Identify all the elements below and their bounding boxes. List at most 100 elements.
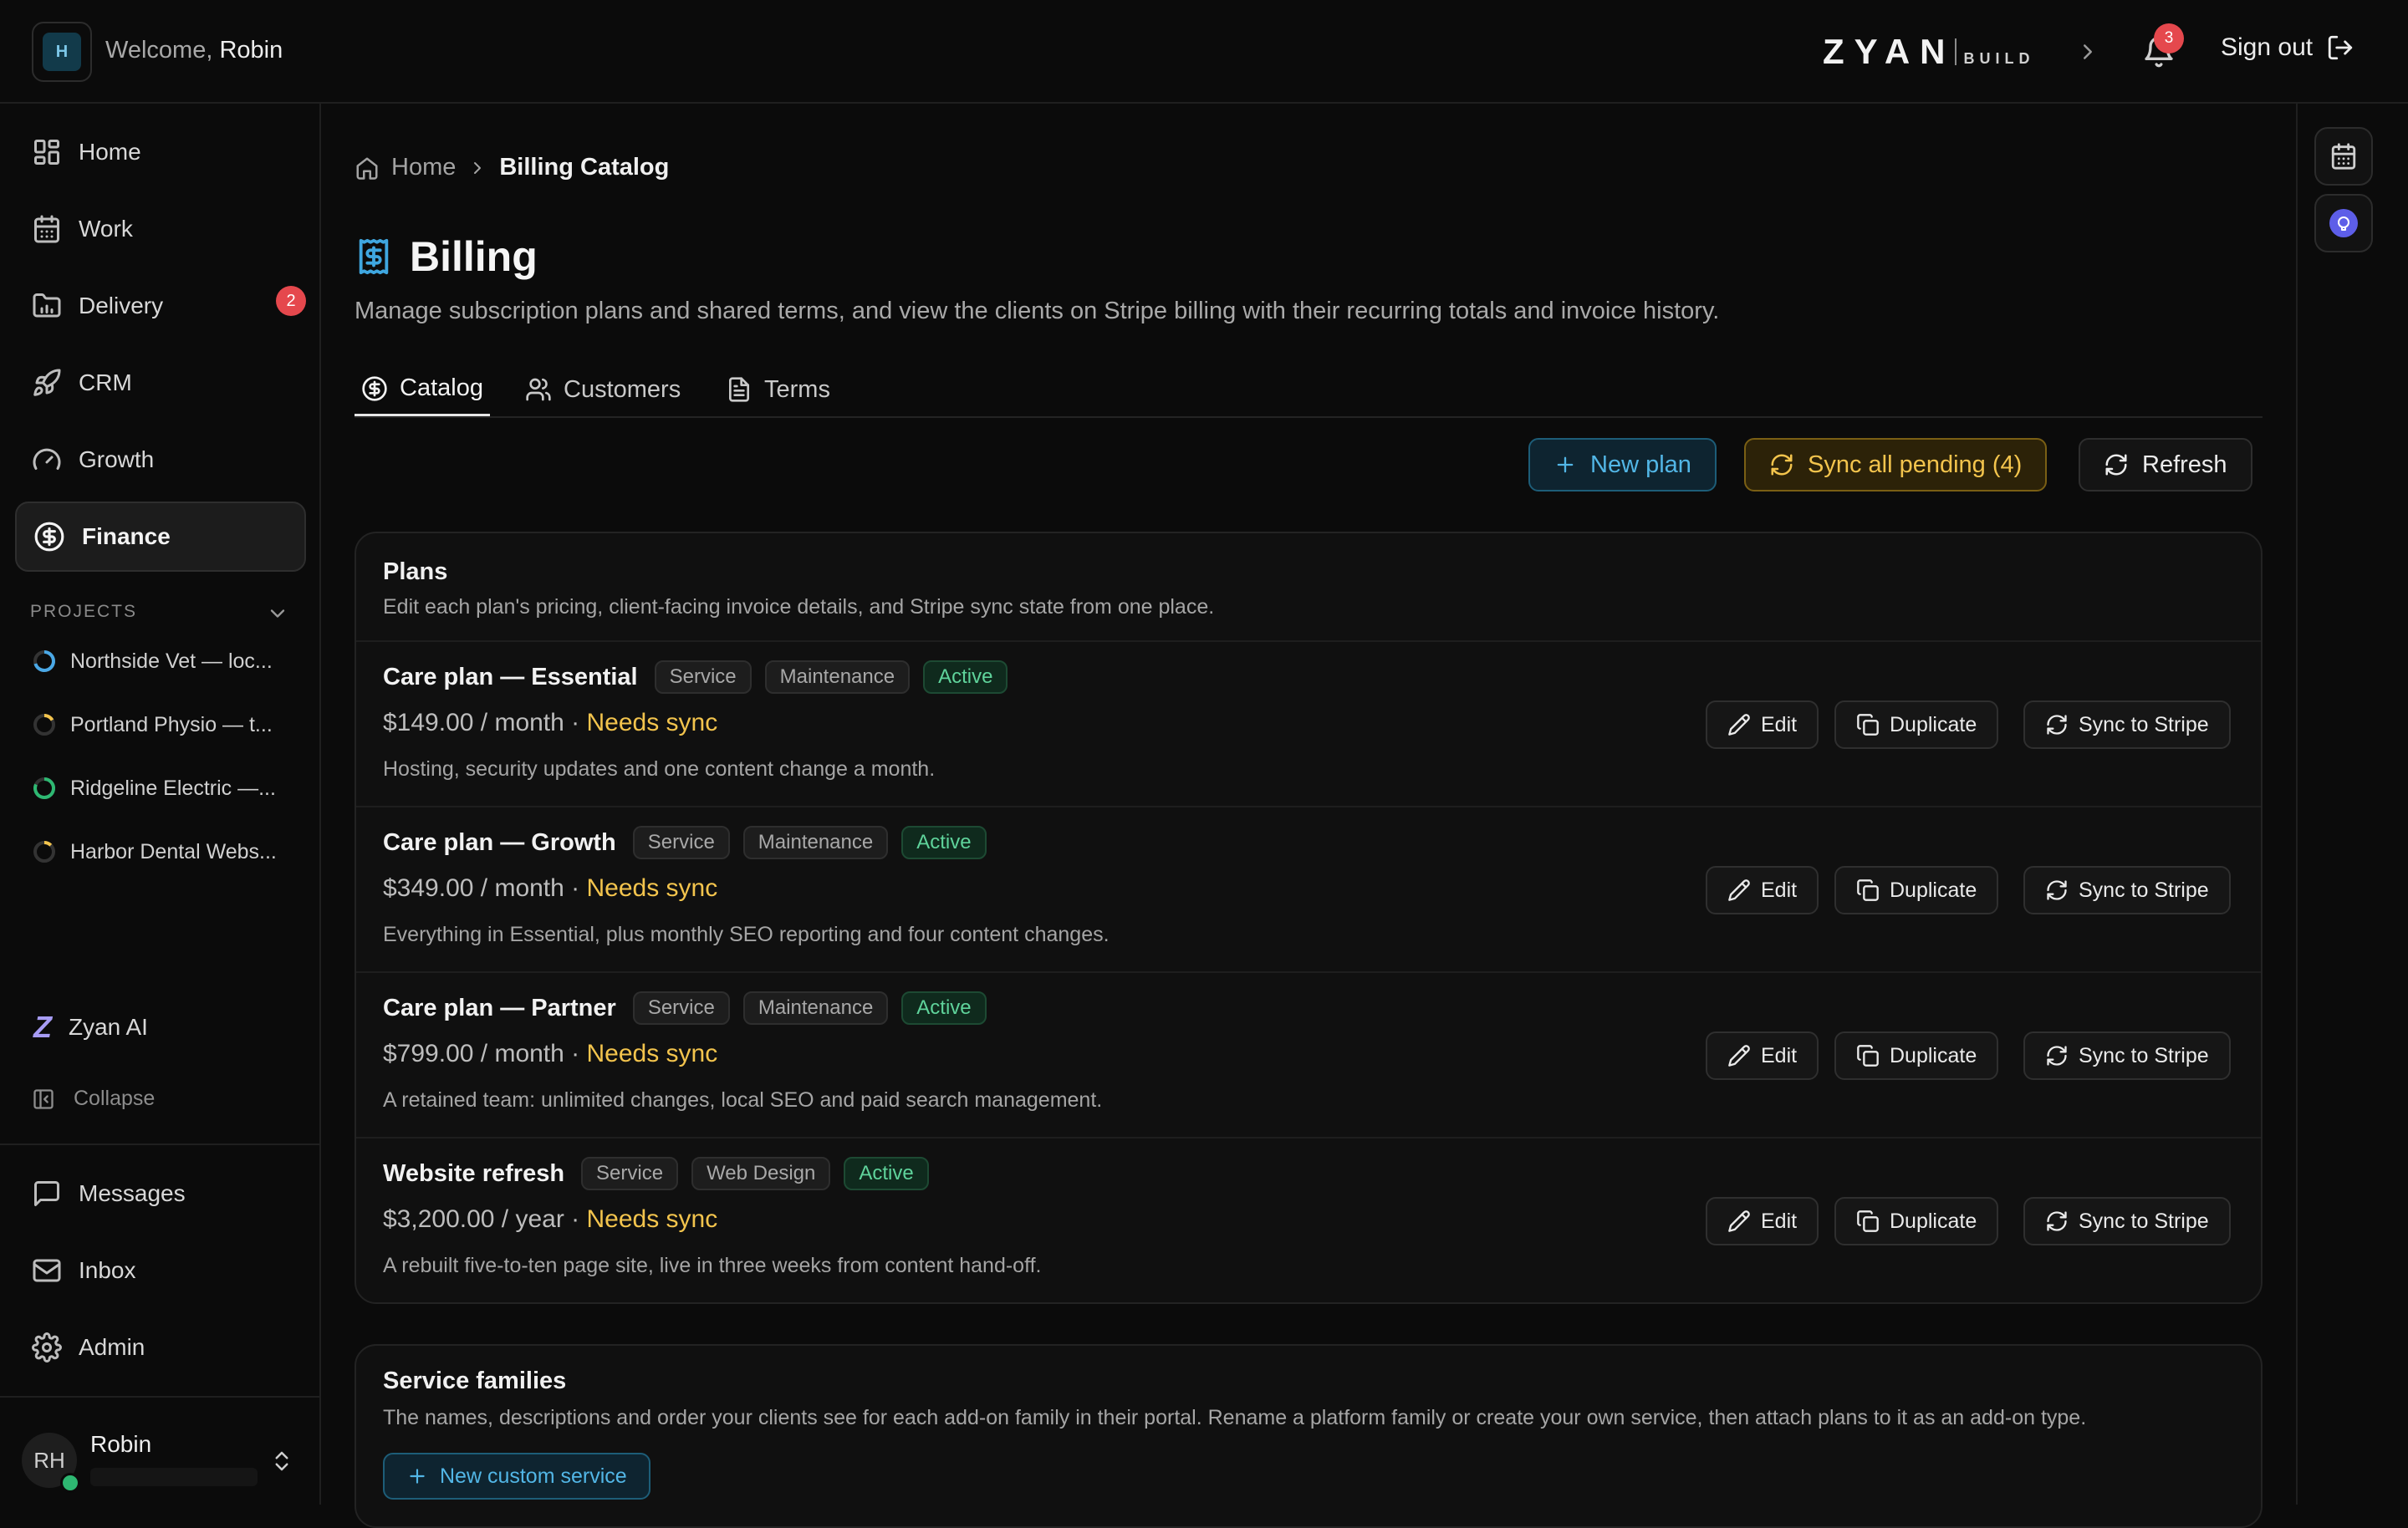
sidebar-item-messages[interactable]: Messages [15, 1159, 306, 1229]
sync-state: Needs sync [586, 1205, 718, 1233]
sync-to-stripe-button[interactable]: Sync to Stripe [2023, 866, 2231, 914]
sidebar-item-label: Home [79, 139, 141, 165]
plan-row: Care plan — Essential Service Maintenance… [356, 640, 2261, 806]
sync-all-pending-button[interactable]: Sync all pending (4) [1744, 438, 2048, 492]
sidebar-item-inbox[interactable]: Inbox [15, 1235, 306, 1306]
project-name: Portland Physio — t... [70, 712, 273, 736]
plan-price-value: $149.00 / month · [383, 709, 580, 736]
page-header: Billing [355, 232, 538, 281]
copy-icon [1857, 1210, 1879, 1232]
sync-to-stripe-button[interactable]: Sync to Stripe [2023, 700, 2231, 749]
new-custom-service-label: New custom service [440, 1464, 627, 1488]
new-custom-service-button[interactable]: New custom service [383, 1453, 650, 1500]
tab-terms[interactable]: Terms [726, 363, 830, 416]
edit-plan-button[interactable]: Edit [1706, 1031, 1819, 1080]
sidebar-item-zyan-ai[interactable]: Z Zyan AI [33, 1010, 148, 1045]
edit-label: Edit [1761, 712, 1798, 736]
plan-name[interactable]: Care plan — Growth [383, 829, 616, 857]
calendar-icon [34, 215, 59, 243]
sidebar-project[interactable]: Northside Vet — loc... [32, 649, 273, 674]
plan-tag: Maintenance [742, 991, 889, 1025]
sidebar-project[interactable]: Portland Physio — t... [32, 712, 273, 737]
chevron-right-icon[interactable] [2075, 37, 2100, 67]
refresh-icon [1771, 454, 1793, 476]
brand-logo[interactable]: ZYAN BUILD [1823, 34, 2035, 69]
sign-out-icon [2328, 35, 2353, 60]
duplicate-plan-button[interactable]: Duplicate [1834, 700, 1999, 749]
sync-to-stripe-label: Sync to Stripe [2079, 712, 2209, 736]
plan-tag: Maintenance [742, 826, 889, 859]
service-families-card: Service families The names, descriptions… [355, 1344, 2263, 1528]
project-name: Harbor Dental Webs... [70, 839, 277, 863]
plan-header: Care plan — Partner Service Maintenance A… [383, 991, 987, 1025]
gear-icon [32, 1332, 62, 1362]
sync-pending-label: Sync all pending (4) [1808, 451, 2023, 478]
sync-to-stripe-label: Sync to Stripe [2079, 1043, 2209, 1067]
sign-out-button[interactable]: Sign out [2221, 33, 2354, 62]
sidebar-item-finance[interactable]: Finance [15, 502, 306, 572]
breadcrumb-home[interactable]: Home [391, 154, 456, 181]
sidebar-item-admin[interactable]: Admin [15, 1312, 306, 1383]
calendar-panel-button[interactable] [2314, 127, 2373, 186]
sidebar-item-work[interactable]: Work [15, 194, 306, 264]
tab-label: Customers [564, 375, 681, 403]
org-switcher[interactable]: H [32, 22, 92, 82]
user-menu[interactable]: RH Robin [22, 1424, 306, 1498]
welcome-user-name: Robin [219, 37, 283, 64]
plan-price: $799.00 / month · Needs sync [383, 1040, 717, 1068]
edit-label: Edit [1761, 1209, 1798, 1233]
gauge-icon [33, 448, 61, 470]
brand-sub: BUILD [1963, 50, 2035, 67]
plan-name[interactable]: Care plan — Essential [383, 664, 638, 691]
plan-price: $349.00 / month · Needs sync [383, 874, 717, 903]
calendar-icon [2331, 143, 2356, 170]
sidebar-project[interactable]: Harbor Dental Webs... [32, 839, 277, 864]
pencil-icon [1728, 1210, 1750, 1232]
tab-customers[interactable]: Customers [525, 363, 681, 416]
plan-description: A rebuilt five-to-ten page site, live in… [383, 1254, 1042, 1277]
folder-chart-icon [33, 293, 61, 318]
sync-to-stripe-button[interactable]: Sync to Stripe [2023, 1031, 2231, 1080]
duplicate-plan-button[interactable]: Duplicate [1834, 1031, 1999, 1080]
sidebar-divider [0, 1396, 319, 1398]
edit-plan-button[interactable]: Edit [1706, 1197, 1819, 1245]
notification-count-badge: 3 [2154, 23, 2184, 53]
pencil-icon [1728, 714, 1750, 736]
sidebar-item-label: Inbox [79, 1257, 136, 1283]
rocket-icon [33, 369, 61, 396]
sync-to-stripe-button[interactable]: Sync to Stripe [2023, 1197, 2231, 1245]
sidebar-project[interactable]: Ridgeline Electric —... [32, 776, 276, 801]
user-email-redacted [90, 1468, 258, 1486]
receipt-dollar-icon [359, 238, 389, 275]
refresh-button[interactable]: Refresh [2079, 438, 2252, 492]
chevron-down-icon[interactable] [266, 602, 289, 625]
project-name: Northside Vet — loc... [70, 649, 273, 673]
plan-header: Care plan — Growth Service Maintenance Ac… [383, 826, 987, 859]
sync-state: Needs sync [586, 709, 718, 736]
duplicate-plan-button[interactable]: Duplicate [1834, 1197, 1999, 1245]
plan-row: Care plan — Partner Service Maintenance A… [356, 971, 2261, 1137]
sidebar-item-delivery[interactable]: Delivery 2 [15, 271, 306, 341]
plan-name[interactable]: Care plan — Partner [383, 995, 616, 1022]
refresh-icon [2105, 454, 2127, 476]
ai-assistant-button[interactable] [2314, 194, 2373, 252]
pencil-icon [1728, 879, 1750, 901]
sidebar-item-crm[interactable]: CRM [15, 348, 306, 418]
collapse-label: Collapse [74, 1087, 156, 1110]
edit-plan-button[interactable]: Edit [1706, 866, 1819, 914]
duplicate-plan-button[interactable]: Duplicate [1834, 866, 1999, 914]
duplicate-label: Duplicate [1890, 878, 1977, 902]
pencil-icon [1728, 1045, 1750, 1067]
tab-label: Catalog [400, 374, 483, 401]
plan-name[interactable]: Website refresh [383, 1160, 564, 1188]
plans-title: Plans [383, 558, 448, 585]
tab-catalog[interactable]: Catalog [355, 363, 490, 416]
delivery-count-badge: 2 [276, 286, 306, 316]
plans-description: Edit each plan's pricing, client-facing … [383, 595, 1215, 619]
new-plan-button[interactable]: New plan [1528, 438, 1717, 492]
sidebar-item-growth[interactable]: Growth [15, 425, 306, 495]
plan-tag: Service [632, 991, 730, 1025]
edit-plan-button[interactable]: Edit [1706, 700, 1819, 749]
sidebar-item-home[interactable]: Home [15, 117, 306, 187]
collapse-sidebar-button[interactable]: Collapse [32, 1087, 155, 1111]
